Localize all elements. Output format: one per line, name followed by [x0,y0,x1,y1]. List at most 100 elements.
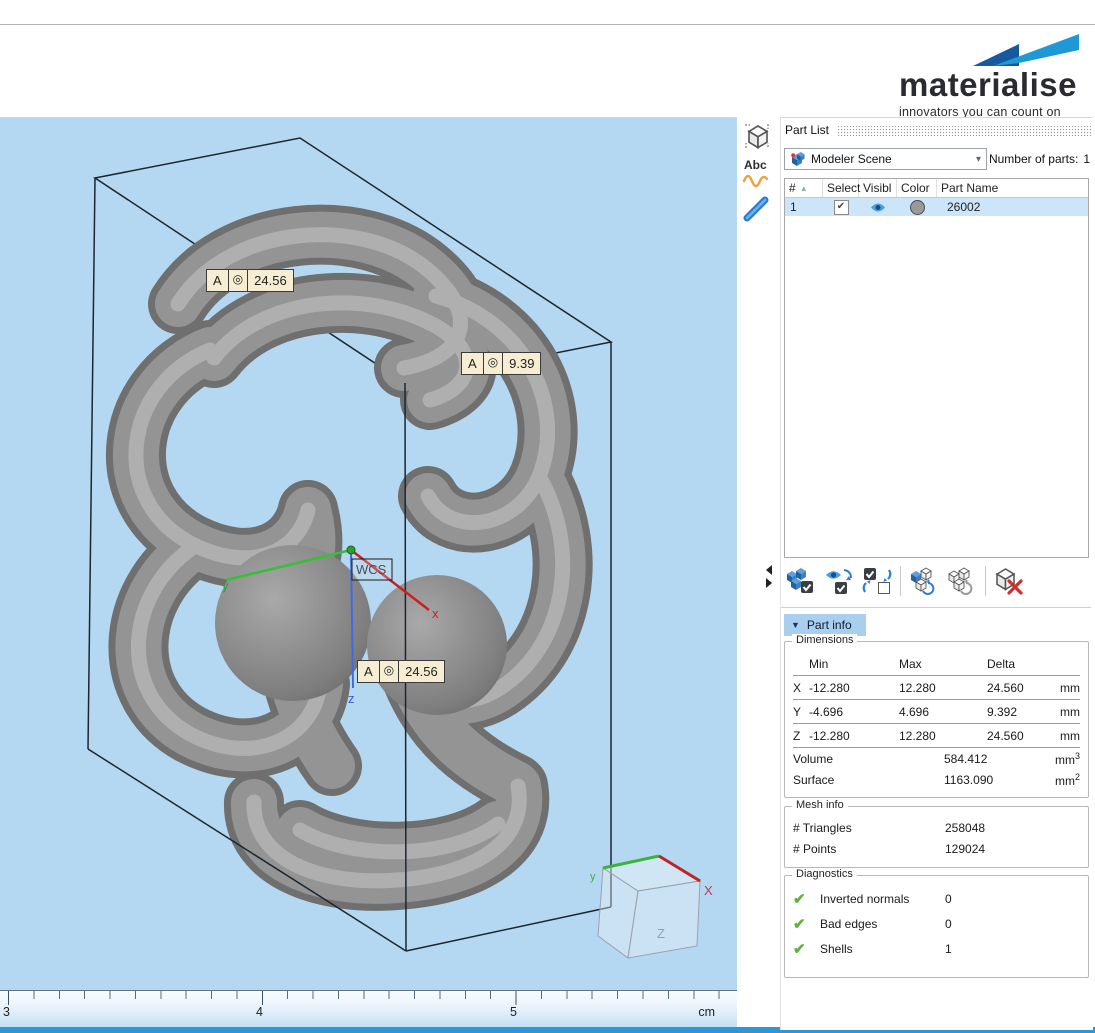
column-header-select[interactable]: Select [823,179,860,197]
part-list-panel: Part List Modeler Scene ▾ Number of part… [780,117,1093,1030]
panel-divider [781,607,1091,608]
triangle-down-icon: ▼ [791,620,800,630]
model-scene: y x z WCS X Z y [87,137,713,959]
axis-z-label: z [348,691,355,706]
annotation-tool-button[interactable]: Abc [741,155,775,191]
row-number: 1 [790,200,797,214]
chevron-down-icon: ▾ [975,153,981,165]
mesh-info-legend: Mesh info [792,799,848,811]
measurement-label-1[interactable]: A ◎ 24.56 [206,269,294,292]
scene-icon [791,151,805,166]
target-icon: ◎ [227,270,247,291]
select-checkbox[interactable]: ✔ [833,199,849,215]
measurement-label-3[interactable]: A ◎ 24.56 [357,660,445,683]
panel-collapse-handle[interactable] [763,556,775,596]
measurement-label-2[interactable]: A ◎ 9.39 [461,352,542,375]
cubes-sync-blue-icon[interactable] [909,567,939,595]
tube-end-cap-right [367,575,507,715]
navigation-cube[interactable]: X Z y [590,854,713,959]
check-ok-icon: ✔ [793,915,806,933]
brand-name: materialise [899,66,1077,103]
axis-y-label: y [222,578,229,593]
3d-viewport[interactable]: y x z WCS X Z y A ◎ 24.56 A ◎ 9.39 A ◎ 2… [0,117,737,991]
viewport-ruler: 3 4 5 cm [0,990,737,1028]
cubes-sync-gray-icon[interactable] [947,567,977,595]
diagnostics-group: Diagnostics ✔ Inverted normals 0 ✔ Bad e… [784,868,1089,978]
measure-letter: A [213,273,222,288]
part-table: # ▲ Select Visibl Color Part Name 1 ✔ 260… [784,178,1089,558]
column-header-color[interactable]: Color [897,179,937,197]
dimension-row-y: Y -4.696 4.696 9.392 mm [793,700,1080,724]
navcube-z-label: Z [657,926,665,941]
ruler-number: 3 [3,1005,10,1019]
check-ok-icon: ✔ [793,890,806,908]
column-header-part-name[interactable]: Part Name [937,179,1088,197]
tube-end-cap-left [215,545,371,701]
measure-value: 24.56 [398,661,444,682]
part-list-titlebar[interactable]: Part List [785,123,1091,137]
window-title-strip [0,0,1095,25]
invert-selection-icon[interactable] [862,567,892,595]
scene-view-tool-button[interactable] [741,120,775,154]
check-ok-icon: ✔ [793,940,806,958]
inverted-normals-row: ✔ Inverted normals 0 [793,890,952,908]
collapse-right-icon [766,577,772,588]
diagnostics-legend: Diagnostics [792,868,857,880]
collapse-left-icon [766,564,772,575]
select-visible-parts-icon[interactable] [824,567,854,595]
mesh-info-group: Mesh info # Triangles 258048 # Points 12… [784,799,1089,868]
part-list-title: Part List [785,123,830,137]
dimensions-legend: Dimensions [792,634,858,646]
ruler-number: 5 [510,1005,517,1019]
parts-count-value: 1 [1083,152,1090,166]
axis-x-label: x [432,606,439,621]
dimensions-group: Dimensions Min Max Delta X -12.280 12.28… [784,634,1089,798]
volume-row: Volume 584.412 mm3 [793,750,1080,767]
parts-count-label: Number of parts: [988,152,1079,166]
wave-icon [742,174,769,188]
column-header-number[interactable]: # ▲ [785,179,823,197]
measure-tool-button[interactable] [741,193,773,225]
dimensions-header-row: Min Max Delta [793,652,1080,676]
scene-selector-value: Modeler Scene [811,152,892,166]
remove-part-icon[interactable] [994,567,1024,595]
triangles-row: # Triangles 258048 [793,820,986,835]
toolbar-separator [985,566,986,596]
surface-row: Surface 1163.090 mm2 [793,771,1080,788]
measure-letter: A [364,664,373,679]
titlebar-grip-texture [837,124,1091,136]
ruler-number: 4 [256,1005,263,1019]
wcs-label: WCS [356,562,387,577]
part-info-toggle-button[interactable]: ▼ Part info [784,614,866,636]
part-color-swatch[interactable] [909,199,925,215]
navcube-y-label: y [590,871,596,883]
measure-letter: A [468,356,477,371]
bad-edges-row: ✔ Bad edges 0 [793,915,952,933]
target-icon: ◎ [378,661,398,682]
table-row[interactable]: 1 ✔ 26002 [785,198,1088,216]
materialise-logo: materialise innovators you can count on [899,33,1079,119]
part-model[interactable] [136,235,563,881]
materialise-flag-icon [973,34,1079,66]
toolbar-separator [900,566,901,596]
part-name: 26002 [947,200,981,214]
dimension-row-x: X -12.280 12.280 24.560 mm [793,676,1080,700]
select-all-parts-icon[interactable] [786,567,816,595]
column-header-visible[interactable]: Visibl [859,179,897,197]
selection-toolbar [786,566,1024,596]
points-row: # Points 129024 [793,841,986,856]
part-info-label: Part info [806,618,852,632]
measure-value: 9.39 [502,353,540,374]
part-table-header: # ▲ Select Visibl Color Part Name [785,179,1088,198]
abc-icon: Abc [744,158,767,172]
visibility-eye-icon[interactable] [870,202,886,213]
navcube-x-label: X [704,883,713,898]
dimension-row-z: Z -12.280 12.280 24.560 mm [793,724,1080,748]
measure-value: 24.56 [247,270,293,291]
number-of-parts: Number of parts: 1 [989,152,1090,166]
sort-asc-icon: ▲ [799,183,808,193]
application-window: materialise innovators you can count on [0,0,1095,1033]
scene-selector-dropdown[interactable]: Modeler Scene ▾ [784,148,987,170]
shells-row: ✔ Shells 1 [793,940,952,958]
ruler-unit: cm [698,1005,715,1019]
